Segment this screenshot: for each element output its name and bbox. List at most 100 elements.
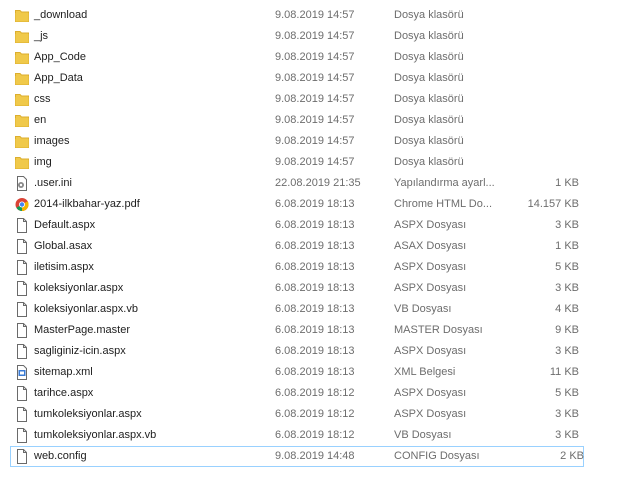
file-name: Default.aspx <box>34 219 96 231</box>
file-type: Dosya klasörü <box>394 135 464 147</box>
file-row[interactable]: tumkoleksiyonlar.aspx 6.08.2019 18:12 AS… <box>0 404 632 425</box>
file-type: Dosya klasörü <box>394 9 464 21</box>
file-row[interactable]: _download 9.08.2019 14:57 Dosya klasörü <box>0 5 632 26</box>
file-name: .user.ini <box>34 177 72 189</box>
file-date-modified: 6.08.2019 18:13 <box>275 261 355 273</box>
file-size: 9 KB <box>555 324 579 336</box>
file-date-modified: 6.08.2019 18:13 <box>275 282 355 294</box>
file-icon <box>15 323 29 338</box>
file-row[interactable]: sitemap.xml 6.08.2019 18:13 XML Belgesi … <box>0 362 632 383</box>
folder-icon <box>15 92 29 107</box>
file-icon <box>15 281 29 296</box>
file-name: koleksiyonlar.aspx.vb <box>34 303 138 315</box>
file-name: iletisim.aspx <box>34 261 94 273</box>
file-date-modified: 9.08.2019 14:57 <box>275 30 355 42</box>
file-size: 3 KB <box>555 345 579 357</box>
file-icon <box>15 302 29 317</box>
file-row[interactable]: MasterPage.master 6.08.2019 18:13 MASTER… <box>0 320 632 341</box>
file-size: 3 KB <box>555 219 579 231</box>
file-row[interactable]: img 9.08.2019 14:57 Dosya klasörü <box>0 152 632 173</box>
file-type: Yapılandırma ayarl... <box>394 177 495 189</box>
folder-icon <box>15 155 29 170</box>
file-row[interactable]: koleksiyonlar.aspx 6.08.2019 18:13 ASPX … <box>0 278 632 299</box>
file-icon <box>15 449 29 464</box>
file-date-modified: 6.08.2019 18:13 <box>275 198 355 210</box>
file-type: MASTER Dosyası <box>394 324 483 336</box>
file-size: 5 KB <box>555 261 579 273</box>
file-icon <box>15 428 29 443</box>
file-row[interactable]: web.config 9.08.2019 14:48 CONFIG Dosyas… <box>10 446 584 467</box>
file-name: _download <box>34 9 88 21</box>
file-icon <box>15 386 29 401</box>
file-row[interactable]: iletisim.aspx 6.08.2019 18:13 ASPX Dosya… <box>0 257 632 278</box>
file-row[interactable]: _js 9.08.2019 14:57 Dosya klasörü <box>0 26 632 47</box>
file-name: App_Data <box>34 72 83 84</box>
file-date-modified: 9.08.2019 14:57 <box>275 156 355 168</box>
file-date-modified: 6.08.2019 18:13 <box>275 240 355 252</box>
file-row[interactable]: images 9.08.2019 14:57 Dosya klasörü <box>0 131 632 152</box>
file-row[interactable]: tumkoleksiyonlar.aspx.vb 6.08.2019 18:12… <box>0 425 632 446</box>
folder-icon <box>15 50 29 65</box>
file-icon <box>15 407 29 422</box>
file-row[interactable]: koleksiyonlar.aspx.vb 6.08.2019 18:13 VB… <box>0 299 632 320</box>
file-name: 2014-ilkbahar-yaz.pdf <box>34 198 140 210</box>
file-date-modified: 6.08.2019 18:12 <box>275 408 355 420</box>
file-name: tumkoleksiyonlar.aspx.vb <box>34 429 157 441</box>
file-date-modified: 9.08.2019 14:57 <box>275 51 355 63</box>
file-type: Chrome HTML Do... <box>394 198 493 210</box>
folder-icon <box>15 29 29 44</box>
file-date-modified: 6.08.2019 18:13 <box>275 219 355 231</box>
file-row[interactable]: en 9.08.2019 14:57 Dosya klasörü <box>0 110 632 131</box>
file-name: css <box>34 93 51 105</box>
file-size: 14.157 KB <box>527 198 579 210</box>
file-row[interactable]: .user.ini 22.08.2019 21:35 Yapılandırma … <box>0 173 632 194</box>
file-name: App_Code <box>34 51 86 63</box>
file-type: VB Dosyası <box>394 429 452 441</box>
file-name: img <box>34 156 52 168</box>
file-icon <box>15 218 29 233</box>
file-row[interactable]: css 9.08.2019 14:57 Dosya klasörü <box>0 89 632 110</box>
file-type: Dosya klasörü <box>394 93 464 105</box>
file-row[interactable]: Default.aspx 6.08.2019 18:13 ASPX Dosyas… <box>0 215 632 236</box>
file-type: ASPX Dosyası <box>394 219 467 231</box>
chrome-icon <box>15 197 29 212</box>
file-type: Dosya klasörü <box>394 51 464 63</box>
file-date-modified: 6.08.2019 18:13 <box>275 366 355 378</box>
file-row[interactable]: sagliginiz-icin.aspx 6.08.2019 18:13 ASP… <box>0 341 632 362</box>
file-date-modified: 9.08.2019 14:57 <box>275 135 355 147</box>
folder-icon <box>15 71 29 86</box>
file-row[interactable]: 2014-ilkbahar-yaz.pdf 6.08.2019 18:13 Ch… <box>0 194 632 215</box>
file-size: 4 KB <box>555 303 579 315</box>
file-size: 2 KB <box>560 450 584 462</box>
file-type: VB Dosyası <box>394 303 452 315</box>
file-name: en <box>34 114 47 126</box>
file-date-modified: 22.08.2019 21:35 <box>275 177 361 189</box>
xml-file-icon <box>15 365 29 380</box>
file-name: sagliginiz-icin.aspx <box>34 345 126 357</box>
file-size: 5 KB <box>555 387 579 399</box>
file-row[interactable]: App_Code 9.08.2019 14:57 Dosya klasörü <box>0 47 632 68</box>
file-type: XML Belgesi <box>394 366 456 378</box>
file-date-modified: 9.08.2019 14:57 <box>275 93 355 105</box>
file-type: Dosya klasörü <box>394 72 464 84</box>
settings-file-icon <box>15 176 29 191</box>
file-name: images <box>34 135 70 147</box>
file-type: Dosya klasörü <box>394 114 464 126</box>
folder-icon <box>15 113 29 128</box>
file-icon <box>15 344 29 359</box>
file-icon <box>15 239 29 254</box>
file-date-modified: 9.08.2019 14:57 <box>275 72 355 84</box>
file-name: Global.asax <box>34 240 93 252</box>
file-name: tarihce.aspx <box>34 387 94 399</box>
file-type: ASPX Dosyası <box>394 345 467 357</box>
file-type: ASAX Dosyası <box>394 240 467 252</box>
file-date-modified: 6.08.2019 18:13 <box>275 345 355 357</box>
file-row[interactable]: tarihce.aspx 6.08.2019 18:12 ASPX Dosyas… <box>0 383 632 404</box>
file-row[interactable]: App_Data 9.08.2019 14:57 Dosya klasörü <box>0 68 632 89</box>
file-type: ASPX Dosyası <box>394 282 467 294</box>
file-icon <box>15 260 29 275</box>
file-row[interactable]: Global.asax 6.08.2019 18:13 ASAX Dosyası… <box>0 236 632 257</box>
file-date-modified: 9.08.2019 14:57 <box>275 114 355 126</box>
file-type: CONFIG Dosyası <box>394 450 480 462</box>
file-size: 11 KB <box>549 366 579 378</box>
